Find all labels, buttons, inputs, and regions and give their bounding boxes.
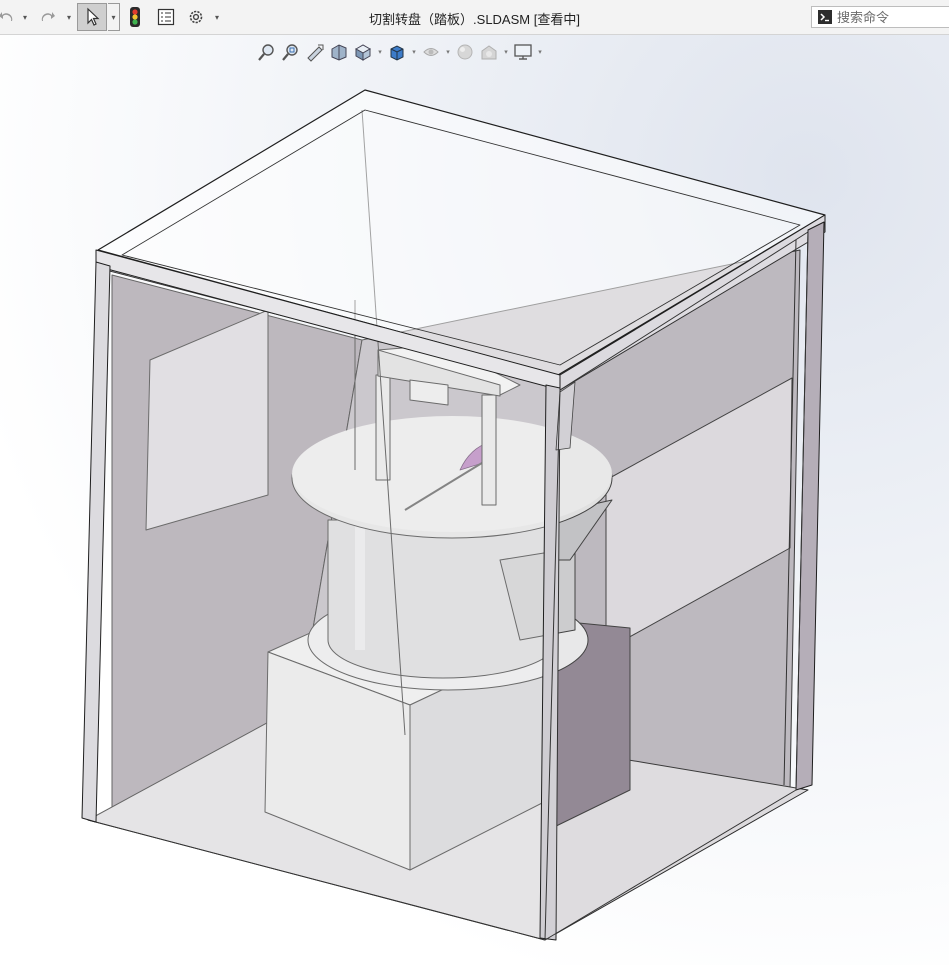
undo-dropdown[interactable]: ▾: [20, 5, 30, 29]
file-properties-icon: [157, 8, 175, 26]
search-input[interactable]: [833, 9, 947, 25]
redo-button[interactable]: [36, 5, 58, 29]
redo-icon: [41, 12, 55, 21]
options-button[interactable]: [185, 5, 207, 29]
title-bar: ▾ ▾ ▾ ▾ 切割转盘（踏板）.SLDASM [查看中]: [0, 0, 949, 35]
undo-icon: [0, 12, 13, 21]
select-button[interactable]: [77, 3, 107, 31]
search-commands-box[interactable]: [811, 6, 949, 28]
redo-dropdown[interactable]: ▾: [64, 5, 74, 29]
file-properties-button[interactable]: [155, 5, 177, 29]
select-dropdown[interactable]: ▾: [108, 3, 120, 31]
select-arrow-icon: [87, 7, 100, 26]
rebuild-button[interactable]: [124, 5, 146, 29]
gear-icon: [189, 10, 203, 24]
command-prompt-icon: [818, 10, 832, 24]
options-dropdown[interactable]: ▾: [212, 5, 222, 29]
undo-button[interactable]: [0, 5, 18, 29]
assembly-model[interactable]: [0, 35, 949, 965]
graphics-area[interactable]: ▾ ▾ ▾ ▾ ▾: [0, 35, 949, 965]
traffic-light-icon: [130, 7, 140, 27]
